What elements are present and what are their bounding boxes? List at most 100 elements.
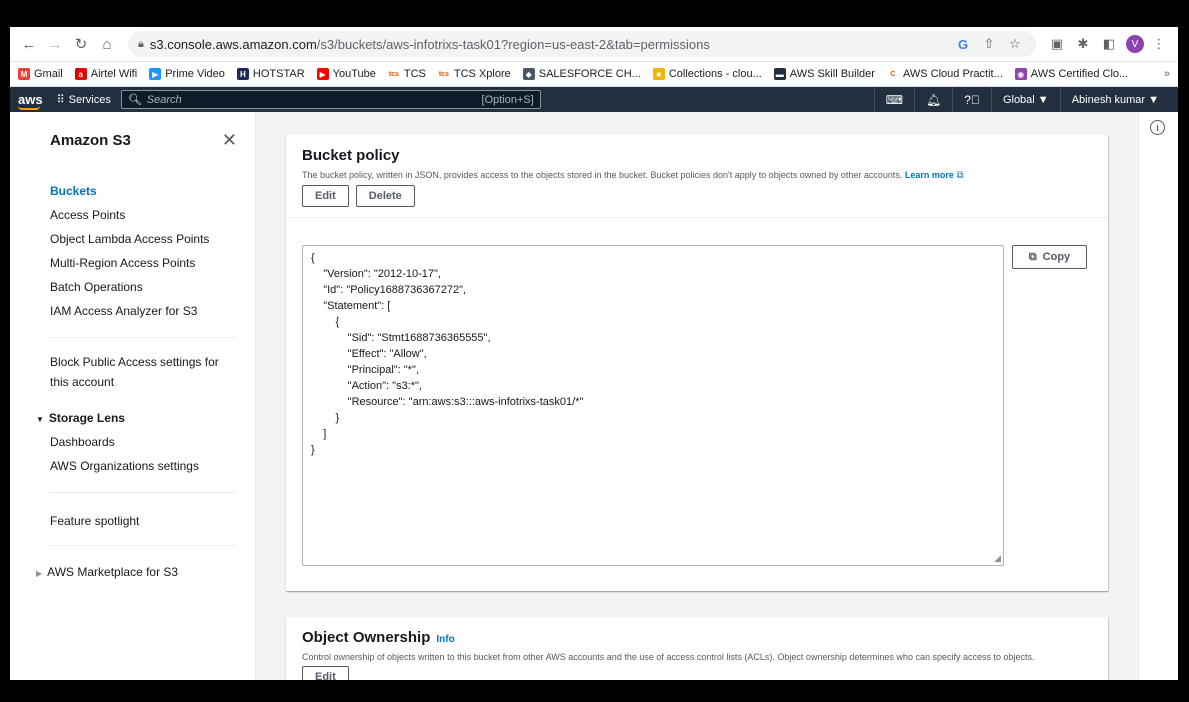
bookmark-label: AWS Certified Clo... [1030, 68, 1129, 80]
services-menu[interactable]: ⠿ Services [56, 93, 111, 107]
search-placeholder: Search [146, 93, 182, 106]
copy-button[interactable]: ⧉ Copy [1012, 245, 1087, 269]
forward-icon[interactable]: → [44, 33, 66, 55]
marketplace-label: AWS Marketplace for S3 [47, 565, 179, 579]
sidebar-item-batch-operations[interactable]: Batch Operations [50, 275, 255, 299]
services-label: Services [68, 93, 111, 106]
bookmark-item[interactable]: tcs TCS [387, 68, 426, 80]
home-icon[interactable]: ⌂ [96, 33, 118, 55]
puzzle-icon[interactable]: ✱ [1072, 33, 1094, 55]
address-bar[interactable]: 🔒︎ s3.console.aws.amazon.com/s3/buckets/… [128, 31, 1036, 57]
content-area: Bucket policy The bucket policy, written… [256, 112, 1138, 680]
sidepanel-icon[interactable]: ◧ [1098, 33, 1120, 55]
share-icon[interactable]: ⇧ [978, 33, 1000, 55]
sidebar-nav: Buckets Access Points Object Lambda Acce… [10, 179, 255, 323]
close-icon[interactable]: ✕ [222, 130, 237, 151]
url-text: s3.console.aws.amazon.com/s3/buckets/aws… [149, 36, 710, 52]
bookmark-label: SALESFORCE CH... [538, 68, 641, 80]
sidebar-group-storage-lens[interactable]: ▼ Storage Lens [10, 406, 255, 430]
bookmark-favicon-icon: H [236, 68, 249, 80]
sidebar-item-access-points[interactable]: Access Points [50, 203, 255, 227]
bookmark-item[interactable]: C AWS Cloud Practit... [886, 68, 1003, 80]
help-icon[interactable]: ?⃝ [952, 87, 991, 112]
ownership-button-row: Edit [302, 666, 1092, 680]
sidebar-item-org-settings[interactable]: AWS Organizations settings [50, 454, 255, 478]
bookmark-item[interactable]: ■ Collections - clou... [652, 68, 762, 80]
bookmark-item[interactable]: ▶ YouTube [316, 68, 376, 80]
policy-button-row: Edit Delete [302, 185, 1092, 207]
menu-dots-icon[interactable]: ⋮ [1148, 33, 1170, 55]
info-link[interactable]: Info [436, 634, 454, 645]
bookmark-item[interactable]: H HOTSTAR [236, 68, 305, 80]
aws-logo[interactable]: aws [18, 93, 43, 110]
back-icon[interactable]: ← [18, 33, 40, 55]
sidebar-item-feature-spotlight[interactable]: Feature spotlight [10, 507, 255, 531]
bookmark-label: Collections - clou... [668, 68, 762, 80]
bookmark-favicon-icon: C [886, 68, 899, 80]
bookmark-item[interactable]: a Airtel Wifi [74, 68, 138, 80]
bookmarks-overflow-icon[interactable]: » [1164, 68, 1170, 80]
extension-icon[interactable]: ▣ [1046, 33, 1068, 55]
browser-toolbar: ← → ↻ ⌂ 🔒︎ s3.console.aws.amazon.com/s3/… [10, 27, 1178, 62]
sidebar-item-dashboards[interactable]: Dashboards [50, 430, 255, 454]
cloudshell-icon[interactable]: ⌨ [873, 87, 914, 112]
ownership-title-text: Object Ownership [302, 629, 431, 646]
policy-json-viewer[interactable]: { "Version": "2012-10-17", "Id": "Policy… [302, 245, 1004, 566]
delete-policy-button[interactable]: Delete [355, 185, 415, 207]
lock-icon: 🔒︎ [138, 37, 144, 50]
sidebar-item-block-public-access[interactable]: Block Public Access settings for this ac… [10, 352, 255, 392]
sidebar-group-marketplace[interactable]: ▶ AWS Marketplace for S3 [10, 560, 255, 584]
info-icon[interactable]: i [1150, 120, 1165, 135]
object-ownership-card: Object Ownership Info Control ownership o… [286, 617, 1108, 680]
account-menu[interactable]: Abinesh kumar ▼ [1059, 87, 1170, 112]
divider [50, 492, 237, 493]
bookmark-label: Prime Video [165, 68, 225, 80]
bookmark-label: AWS Skill Builder [789, 68, 875, 80]
bookmark-item[interactable]: ◆ SALESFORCE CH... [522, 68, 641, 80]
search-shortcut: [Option+S] [481, 93, 534, 106]
aws-navbar: aws ⠿ Services 🔍︎ Search [Option+S] ⌨ 🔔︎… [10, 87, 1178, 112]
bucket-policy-card: Bucket policy The bucket policy, written… [286, 135, 1108, 591]
bookmark-label: YouTube [332, 68, 376, 80]
sidebar-item-object-lambda[interactable]: Object Lambda Access Points [50, 227, 255, 251]
profile-avatar[interactable]: V [1126, 35, 1144, 53]
edit-policy-button[interactable]: Edit [302, 185, 349, 207]
bookmark-item[interactable]: ▬ AWS Skill Builder [773, 68, 875, 80]
learn-more-link[interactable]: Learn more [905, 170, 954, 180]
bookmark-favicon-icon: ▬ [773, 68, 786, 80]
bookmark-favicon-icon: ◆ [522, 68, 535, 80]
object-ownership-description: Control ownership of objects written to … [302, 652, 1035, 662]
notifications-icon[interactable]: 🔔︎ [914, 87, 952, 112]
reload-icon[interactable]: ↻ [70, 33, 92, 55]
divider [50, 545, 237, 546]
resize-handle-icon[interactable]: ◢ [994, 553, 1001, 564]
bookmark-label: TCS Xplore [453, 68, 511, 80]
bookmark-item[interactable]: ◉ AWS Certified Clo... [1014, 68, 1129, 80]
bookmarks-bar: M Gmail a Airtel Wifi ▶ Prime Video H HOTSTAR ▶ Y… [10, 62, 1178, 87]
copy-icon: ⧉ [1028, 250, 1037, 263]
bucket-policy-title: Bucket policy [302, 147, 400, 164]
bookmark-favicon-icon: tcs [387, 68, 400, 80]
edit-ownership-button[interactable]: Edit [302, 666, 349, 680]
region-selector[interactable]: Global ▼ [990, 87, 1060, 112]
bookmark-star-icon[interactable]: ☆ [1004, 33, 1026, 55]
bookmark-item[interactable]: tcs TCS Xplore [437, 68, 511, 80]
bucket-policy-header: Bucket policy The bucket policy, written… [286, 135, 1108, 218]
bookmark-favicon-icon: ▶ [149, 68, 162, 80]
aws-search-input[interactable]: 🔍︎ Search [Option+S] [120, 90, 541, 109]
copy-label: Copy [1042, 251, 1071, 263]
sidebar-item-multi-region[interactable]: Multi-Region Access Points [50, 251, 255, 275]
sidebar-item-iam-analyzer[interactable]: IAM Access Analyzer for S3 [50, 299, 255, 323]
google-icon[interactable]: G [952, 33, 974, 55]
caret-right-icon: ▶ [36, 569, 43, 578]
bookmark-item[interactable]: ▶ Prime Video [149, 68, 225, 80]
grid-icon: ⠿ [56, 94, 65, 106]
caret-down-icon: ▼ [36, 415, 44, 424]
policy-json-text: { "Version": "2012-10-17", "Id": "Policy… [311, 252, 584, 456]
sidebar-item-buckets[interactable]: Buckets [50, 179, 255, 203]
external-link-icon[interactable]: ⧉ [956, 170, 963, 181]
bookmark-label: HOTSTAR [252, 68, 305, 80]
bookmark-item[interactable]: M Gmail [18, 68, 63, 80]
bookmark-favicon-icon: ◉ [1014, 68, 1027, 80]
bookmark-label: Airtel Wifi [90, 68, 138, 80]
